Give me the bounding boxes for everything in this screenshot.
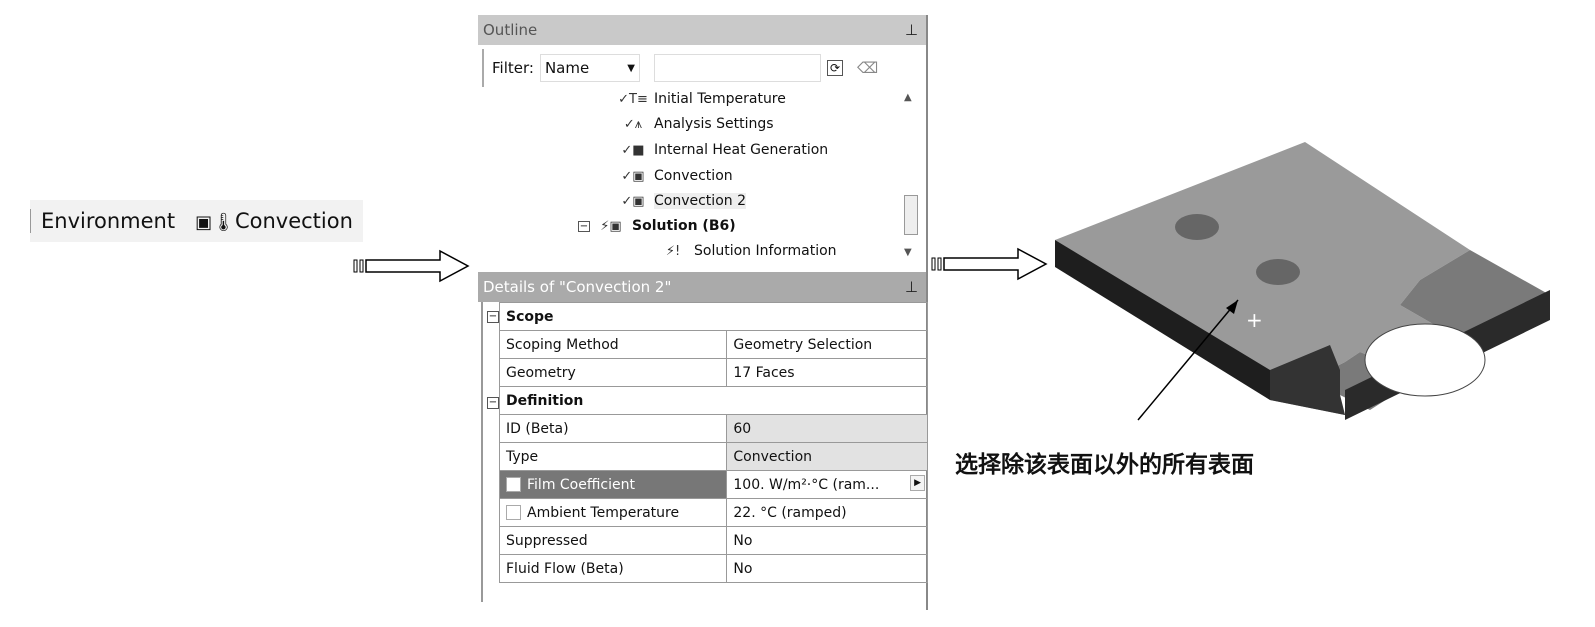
tree-label: Initial Temperature xyxy=(654,91,786,107)
table-row[interactable]: Fluid Flow (Beta) No xyxy=(498,554,928,583)
tree-scrollbar[interactable]: ▲ ▼ xyxy=(904,87,920,265)
analysis-settings-icon: ✓⩚ xyxy=(623,116,643,132)
scroll-up-icon[interactable]: ▲ xyxy=(904,92,912,103)
tree-label: Solution (B6) xyxy=(632,218,736,234)
row-value: 100. W/m²·°C (ram... xyxy=(733,476,880,493)
tree-item-selected[interactable]: ✓▣ Convection 2 xyxy=(618,189,746,213)
table-row[interactable]: Suppressed No xyxy=(498,526,928,555)
table-row[interactable]: Scoping Method Geometry Selection xyxy=(498,330,928,359)
scroll-down-icon[interactable]: ▼ xyxy=(904,247,912,258)
row-label: Scoping Method xyxy=(498,330,728,359)
mechanical-panel: Outline ⊥ Filter: Name ▼ ⟳ ⌫ ✓T≡ Initial Te… xyxy=(478,15,928,610)
filter-value: Name xyxy=(544,59,590,77)
row-value[interactable]: No xyxy=(726,554,928,583)
filter-bar: Filter: Name ▼ ⟳ ⌫ xyxy=(482,49,926,87)
environment-tab[interactable]: Environment xyxy=(30,209,185,233)
tree-label: Solution Information xyxy=(694,243,837,259)
solution-information-icon: ⚡! xyxy=(665,243,681,259)
row-label: Ambient Temperature xyxy=(527,504,680,521)
row-value: 60 xyxy=(726,414,928,443)
chevron-down-icon: ▼ xyxy=(627,62,635,74)
table-row-selected[interactable]: Film Coefficient 100. W/m²·°C (ram... ▶ xyxy=(498,470,928,499)
row-value: Convection xyxy=(726,442,928,471)
row-value[interactable]: Geometry Selection xyxy=(726,330,928,359)
details-grid: − − Scope Scoping Method Geometry Selecti… xyxy=(481,302,928,602)
parameter-checkbox[interactable] xyxy=(506,477,521,492)
environment-toolbar: Environment ▣🌡Convection xyxy=(30,200,363,242)
convection-button[interactable]: ▣🌡Convection xyxy=(185,209,363,233)
initial-temperature-icon: ✓T≡ xyxy=(618,91,648,107)
tree-item[interactable]: ✓▣ Convection xyxy=(618,164,733,188)
tree-item[interactable]: ✓⩚ Analysis Settings xyxy=(618,112,774,136)
filter-dropdown[interactable]: Name ▼ xyxy=(539,54,640,82)
heat-generation-icon: ✓■ xyxy=(621,142,645,158)
refresh-icon[interactable]: ⟳ xyxy=(826,60,844,76)
row-label: Geometry xyxy=(498,358,728,387)
convection-icon: ✓▣ xyxy=(621,193,645,209)
scroll-thumb[interactable] xyxy=(904,195,918,235)
convection-icon: ▣🌡 xyxy=(195,212,235,233)
film-coefficient-cell[interactable]: 100. W/m²·°C (ram... ▶ xyxy=(726,470,928,499)
tree-label: Convection xyxy=(654,168,733,184)
pin-icon[interactable]: ⊥ xyxy=(905,15,918,45)
row-label: Fluid Flow (Beta) xyxy=(498,554,728,583)
tree-item[interactable]: ✓■ Internal Heat Generation xyxy=(618,138,828,162)
collapse-icon[interactable]: − xyxy=(487,397,499,409)
leader-line xyxy=(1137,299,1239,421)
tree-label: Internal Heat Generation xyxy=(654,142,829,158)
group-scope: Scope xyxy=(499,302,928,331)
parameter-checkbox[interactable] xyxy=(506,505,521,520)
row-label: ID (Beta) xyxy=(498,414,728,443)
arrow-1 xyxy=(353,249,470,283)
eraser-icon[interactable]: ⌫ xyxy=(857,59,878,77)
group-definition: Definition xyxy=(499,386,928,415)
solution-icon: ⚡▣ xyxy=(600,218,622,234)
table-row[interactable]: ID (Beta) 60 xyxy=(498,414,928,443)
3d-model-plate[interactable]: + xyxy=(1040,130,1570,450)
tree-label: Convection 2 xyxy=(654,193,746,209)
convection-icon: ✓▣ xyxy=(621,168,645,184)
row-value[interactable]: 22. °C (ramped) xyxy=(726,498,928,527)
collapse-icon[interactable]: − xyxy=(578,220,590,232)
tree-item[interactable]: ⚡! Solution Information xyxy=(658,239,837,263)
table-row[interactable]: Type Convection xyxy=(498,442,928,471)
outline-title: Outline xyxy=(483,21,538,39)
table-row[interactable]: Geometry 17 Faces xyxy=(498,358,928,387)
outline-header: Outline ⊥ xyxy=(478,15,926,45)
filter-search-input[interactable] xyxy=(653,54,821,82)
row-value[interactable]: No xyxy=(726,526,928,555)
pin-icon[interactable]: ⊥ xyxy=(905,272,918,302)
tree-item[interactable]: ✓T≡ Initial Temperature xyxy=(618,87,786,111)
group-row[interactable]: Definition xyxy=(499,386,928,415)
row-label: Type xyxy=(498,442,728,471)
details-header: Details of "Convection 2" ⊥ xyxy=(478,272,926,302)
annotation-text: 选择除该表面以外的所有表面 xyxy=(955,451,1254,478)
flyout-arrow-icon[interactable]: ▶ xyxy=(910,475,925,491)
details-title: Details of "Convection 2" xyxy=(483,278,672,296)
row-label: Suppressed xyxy=(498,526,728,555)
table-row[interactable]: Ambient Temperature 22. °C (ramped) xyxy=(498,498,928,527)
outline-tree: ✓T≡ Initial Temperature ✓⩚ Analysis Settin… xyxy=(478,87,926,267)
group-row[interactable]: Scope xyxy=(499,302,928,331)
arrow-2 xyxy=(931,247,1048,281)
row-label: Film Coefficient xyxy=(527,476,635,493)
filter-label: Filter: xyxy=(492,59,534,77)
collapse-icon[interactable]: − xyxy=(487,311,499,323)
row-value[interactable]: 17 Faces xyxy=(726,358,928,387)
tree-item[interactable]: − ⚡▣ Solution (B6) xyxy=(578,214,736,238)
tree-label: Analysis Settings xyxy=(654,116,774,132)
